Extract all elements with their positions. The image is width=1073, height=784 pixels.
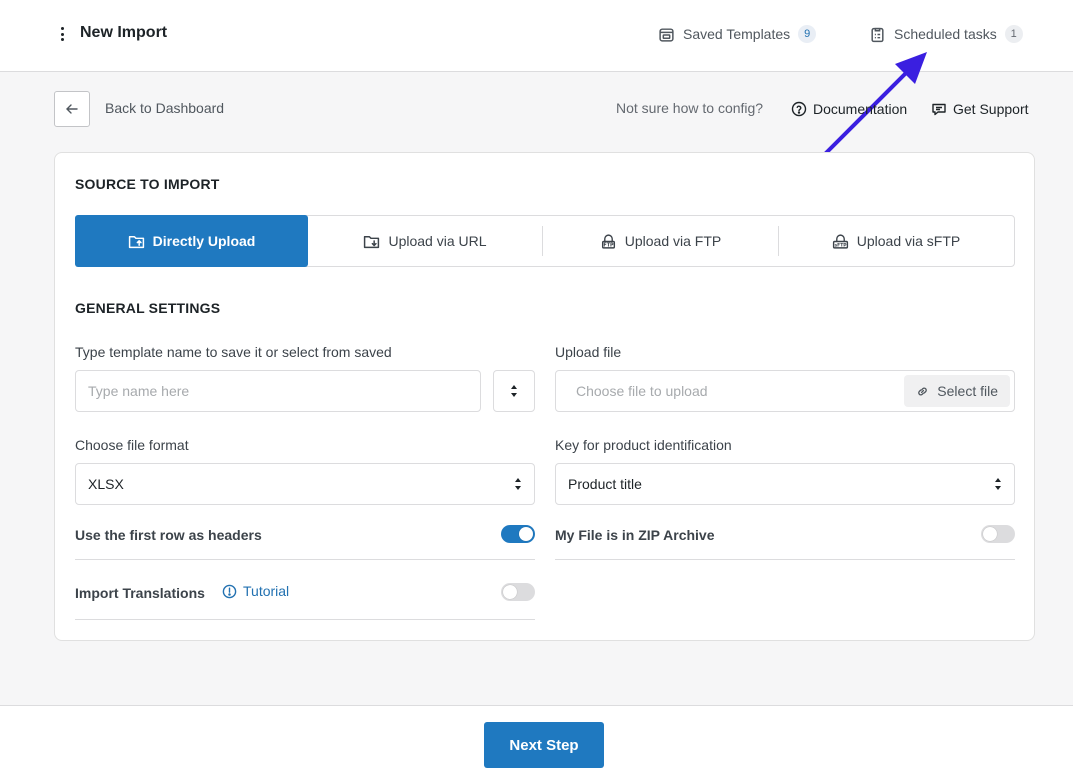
saved-templates-link[interactable]: Saved Templates 9	[658, 23, 817, 45]
more-options-icon[interactable]	[54, 24, 70, 44]
svg-text:sFTP: sFTP	[834, 242, 847, 248]
tab-upload-url[interactable]: Upload via URL	[308, 216, 542, 266]
get-support-label: Get Support	[953, 101, 1029, 117]
upload-file-placeholder: Choose file to upload	[576, 383, 708, 399]
documentation-label: Documentation	[813, 101, 908, 117]
tutorial-label: Tutorial	[243, 583, 290, 599]
back-button[interactable]	[54, 91, 90, 127]
divider	[75, 559, 535, 560]
folder-link-icon	[364, 235, 380, 248]
file-format-value: XLSX	[88, 476, 124, 492]
file-format-label: Choose file format	[75, 437, 189, 453]
source-section-title: SOURCE TO IMPORT	[75, 176, 220, 192]
product-key-value: Product title	[568, 476, 642, 492]
sftp-icon: sFTP	[832, 233, 848, 248]
sort-updown-icon	[511, 385, 517, 397]
zip-archive-toggle[interactable]	[981, 525, 1015, 543]
product-key-label: Key for product identification	[555, 437, 732, 453]
tab-label: Upload via FTP	[624, 233, 722, 249]
tab-label: Directly Upload	[152, 233, 256, 249]
import-translations-label: Import Translations	[75, 585, 205, 601]
info-circle-icon	[222, 584, 237, 598]
select-file-button[interactable]: Select file	[904, 375, 1010, 407]
file-format-select[interactable]: XLSX	[75, 463, 535, 505]
arrow-left-icon	[66, 104, 78, 114]
tab-label: Upload via URL	[388, 233, 487, 249]
template-icon	[659, 27, 674, 42]
clipboard-icon	[871, 27, 884, 42]
saved-templates-count: 9	[798, 25, 817, 43]
back-to-dashboard-link[interactable]: Back to Dashboard	[105, 100, 224, 116]
help-circle-icon	[791, 101, 807, 117]
toggle-knob	[983, 527, 997, 541]
zip-archive-label: My File is in ZIP Archive	[555, 527, 715, 543]
divider	[75, 619, 535, 620]
tab-upload-ftp[interactable]: FTP Upload via FTP	[543, 216, 778, 266]
scheduled-tasks-link[interactable]: Scheduled tasks 1	[869, 23, 1023, 45]
chat-icon	[932, 103, 946, 116]
link-icon	[918, 387, 928, 395]
import-settings-card: SOURCE TO IMPORT Directly Upload Upload …	[54, 152, 1035, 641]
footer-bar: Next Step	[0, 705, 1073, 784]
template-name-placeholder: Type name here	[88, 383, 190, 399]
svg-text:FTP: FTP	[603, 242, 614, 248]
source-tabs: Directly Upload Upload via URL FTP Uploa…	[75, 215, 1015, 267]
page-title: New Import	[80, 24, 168, 41]
scheduled-tasks-count: 1	[1004, 25, 1023, 43]
select-file-label: Select file	[937, 383, 998, 399]
tab-label: Upload via sFTP	[856, 233, 961, 249]
divider	[555, 559, 1015, 560]
tutorial-link[interactable]: Tutorial	[222, 583, 289, 599]
upload-file-label: Upload file	[555, 344, 622, 360]
get-support-link[interactable]: Get Support	[931, 98, 1029, 120]
sort-updown-icon	[515, 478, 521, 490]
scheduled-tasks-label: Scheduled tasks	[894, 26, 997, 42]
template-select-button[interactable]	[493, 370, 535, 412]
next-step-button[interactable]: Next Step	[484, 722, 604, 768]
help-question: Not sure how to config?	[616, 100, 764, 116]
toggle-knob	[503, 585, 517, 599]
first-row-headers-toggle[interactable]	[501, 525, 535, 543]
import-translations-toggle[interactable]	[501, 583, 535, 601]
general-section-title: GENERAL SETTINGS	[75, 300, 221, 316]
tab-directly-upload[interactable]: Directly Upload	[75, 215, 308, 267]
toggle-knob	[519, 527, 533, 541]
tab-upload-sftp[interactable]: sFTP Upload via sFTP	[779, 216, 1013, 266]
upload-file-input[interactable]: Choose file to upload Select file	[555, 370, 1015, 412]
ftp-icon: FTP	[601, 233, 615, 248]
documentation-link[interactable]: Documentation	[791, 98, 907, 120]
sort-updown-icon	[995, 478, 1001, 490]
folder-upload-icon	[128, 235, 144, 248]
first-row-headers-label: Use the first row as headers	[75, 527, 262, 543]
saved-templates-label: Saved Templates	[683, 26, 791, 42]
template-name-label: Type template name to save it or select …	[75, 344, 392, 360]
template-name-input[interactable]: Type name here	[75, 370, 481, 412]
product-key-select[interactable]: Product title	[555, 463, 1015, 505]
